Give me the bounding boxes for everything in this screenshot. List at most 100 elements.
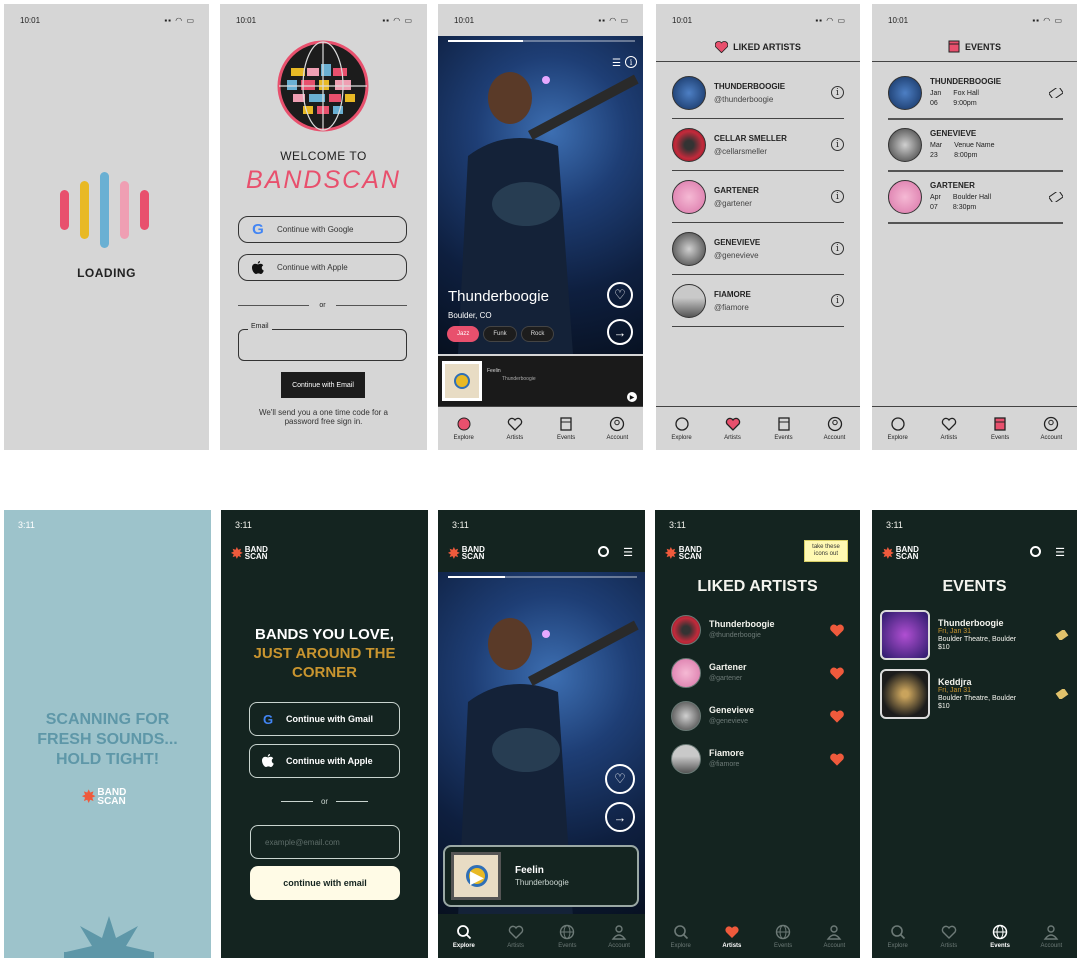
nav-events[interactable]: Events [546,416,586,441]
now-playing-bar[interactable]: Feelin Thunderboogie ▶ [438,356,643,408]
list-item[interactable]: Thunderboogie @thunderboogie [671,610,844,650]
nav-explore[interactable]: Explore [444,924,484,949]
google-icon: G [252,221,264,238]
nav-account[interactable]: Account [814,924,854,949]
nav-explore[interactable]: Explore [878,924,918,949]
loading-bar [60,190,69,230]
heart-icon[interactable] [830,753,844,766]
nav-events[interactable]: Events [980,416,1020,441]
genre-tag[interactable]: Jazz [447,326,480,342]
nav-explore[interactable]: Explore [661,924,701,949]
list-item[interactable]: GARTENER @gartener i [672,171,844,223]
artist-photo: ☰ i Thunderboogie Boulder, CO Jazz Funk … [438,36,643,354]
ticket-icon[interactable] [1049,192,1063,202]
info-icon[interactable]: i [831,138,844,151]
continue-email-button[interactable]: continue with email [250,866,400,900]
avatar [671,615,701,645]
like-button[interactable]: ♡ [605,764,635,794]
menu-icon[interactable]: ☰ [623,548,633,559]
list-item[interactable]: THUNDERBOOGIE @thunderboogie i [672,67,844,119]
nav-events[interactable]: Events [764,416,804,441]
event-item[interactable]: GARTENER Apr 07 Boulder Hall 8:30pm [888,172,1063,224]
heart-icon[interactable] [830,667,844,680]
like-button[interactable]: ♡ [607,282,633,308]
apple-button[interactable]: Continue with Apple [238,254,407,281]
event-item[interactable]: Keddjra Fri, Jan 31 Boulder Theatre, Bould… [880,667,1069,721]
nav-events[interactable]: Events [763,924,803,949]
list-item[interactable]: Fiamore @fiamore [671,739,844,779]
ticket-icon[interactable] [1055,630,1069,640]
list-item[interactable]: Gartener @gartener [671,653,844,693]
search-icon[interactable] [1030,546,1041,557]
status-time: 10:01 [888,16,909,25]
screen-liked-artists-dark: 3:11 ✸ BAND SCAN take these icons out LIKE… [655,510,860,958]
status-icons: ▪▪ ◠ ▭ [382,16,413,25]
bottom-nav: Explore Artists Events Account [438,406,643,450]
email-placeholder: example@email.com [265,837,340,847]
nav-account[interactable]: Account [599,924,639,949]
nav-account[interactable]: Account [815,416,855,441]
gmail-button[interactable]: G Continue with Gmail [249,702,400,736]
email-field[interactable]: example@email.com [250,825,400,859]
album-art [442,361,482,401]
account-icon [827,416,842,432]
story-progress [448,576,637,578]
menu-icon[interactable]: ☰ [1055,548,1065,559]
nav-explore[interactable]: Explore [444,416,484,441]
next-button[interactable]: → [607,319,633,345]
filter-icon[interactable]: ☰ [612,58,621,69]
nav-events[interactable]: Events [980,924,1020,949]
next-button[interactable]: → [605,802,635,832]
genre-tag[interactable]: Rock [520,326,555,342]
nav-explore[interactable]: Explore [662,416,702,441]
nav-artists[interactable]: Artists [495,416,535,441]
genre-tag[interactable]: Funk [483,326,517,342]
nav-events[interactable]: Events [547,924,587,949]
info-icon[interactable]: i [831,190,844,203]
heart-icon [941,925,957,939]
nav-artists[interactable]: Artists [496,924,536,949]
starburst-decoration [64,916,154,958]
nav-account[interactable]: Account [1031,416,1071,441]
email-field[interactable] [238,329,407,361]
info-icon[interactable]: i [831,86,844,99]
nav-artists[interactable]: Artists [929,924,969,949]
info-icon[interactable]: i [831,242,844,255]
play-icon[interactable]: ▶ [470,867,484,888]
ticket-icon[interactable] [1055,689,1069,699]
apple-button[interactable]: Continue with Apple [249,744,400,778]
event-item[interactable]: THUNDERBOOGIE Jan 06 Fox Hall 9:00pm [888,68,1063,120]
continue-email-button[interactable]: Continue with Email [281,372,365,398]
search-icon[interactable] [598,546,609,557]
starburst-icon: ✸ [882,544,894,561]
event-item[interactable]: GENEVIEVE Mar 23 Venue Name 8:00pm [888,120,1063,172]
list-item[interactable]: Genevieve @genevieve [671,696,844,736]
bottom-nav: Explore Artists Events Account [656,406,860,450]
email-note: We'll send you a one time code for a pas… [258,408,388,426]
google-button[interactable]: G Continue with Google [238,216,407,243]
heart-icon[interactable] [830,710,844,723]
list-item[interactable]: FIAMORE @fiamore i [672,275,844,327]
status-time: 3:11 [669,520,686,530]
now-playing-bar[interactable]: ▶ Feelin Thunderboogie [443,845,639,907]
nav-artists[interactable]: Artists [929,416,969,441]
nav-account[interactable]: Account [597,416,637,441]
nav-artists[interactable]: Artists [713,416,753,441]
nav-artists[interactable]: Artists [712,924,752,949]
play-icon[interactable]: ▶ [627,392,637,402]
list-item[interactable]: CELLAR SMELLER @cellarsmeller i [672,119,844,171]
screen-welcome: 10:01 ▪▪ ◠ ▭ WELCOME TO BANDSCAN G Continu… [220,4,427,450]
nav-explore[interactable]: Explore [878,416,918,441]
ticket-icon[interactable] [1049,88,1063,98]
or-label: or [320,797,329,806]
nav-account[interactable]: Account [1031,924,1071,949]
calendar-icon [994,417,1006,431]
heart-icon[interactable] [830,624,844,637]
loading-label: LOADING [77,266,136,280]
list-item[interactable]: GENEVIEVE @genevieve i [672,223,844,275]
screen-events: 10:01 ▪▪ ◠ ▭ EVENTS THUNDERBOOGIE Jan 06 Fox… [872,4,1077,450]
event-item[interactable]: Thunderboogie Fri, Jan 31 Boulder Theatre,… [880,608,1069,662]
info-icon[interactable]: i [831,294,844,307]
info-icon[interactable]: i [625,56,637,68]
headline: BANDS YOU LOVE, JUST AROUND THE CORNER [253,626,396,681]
